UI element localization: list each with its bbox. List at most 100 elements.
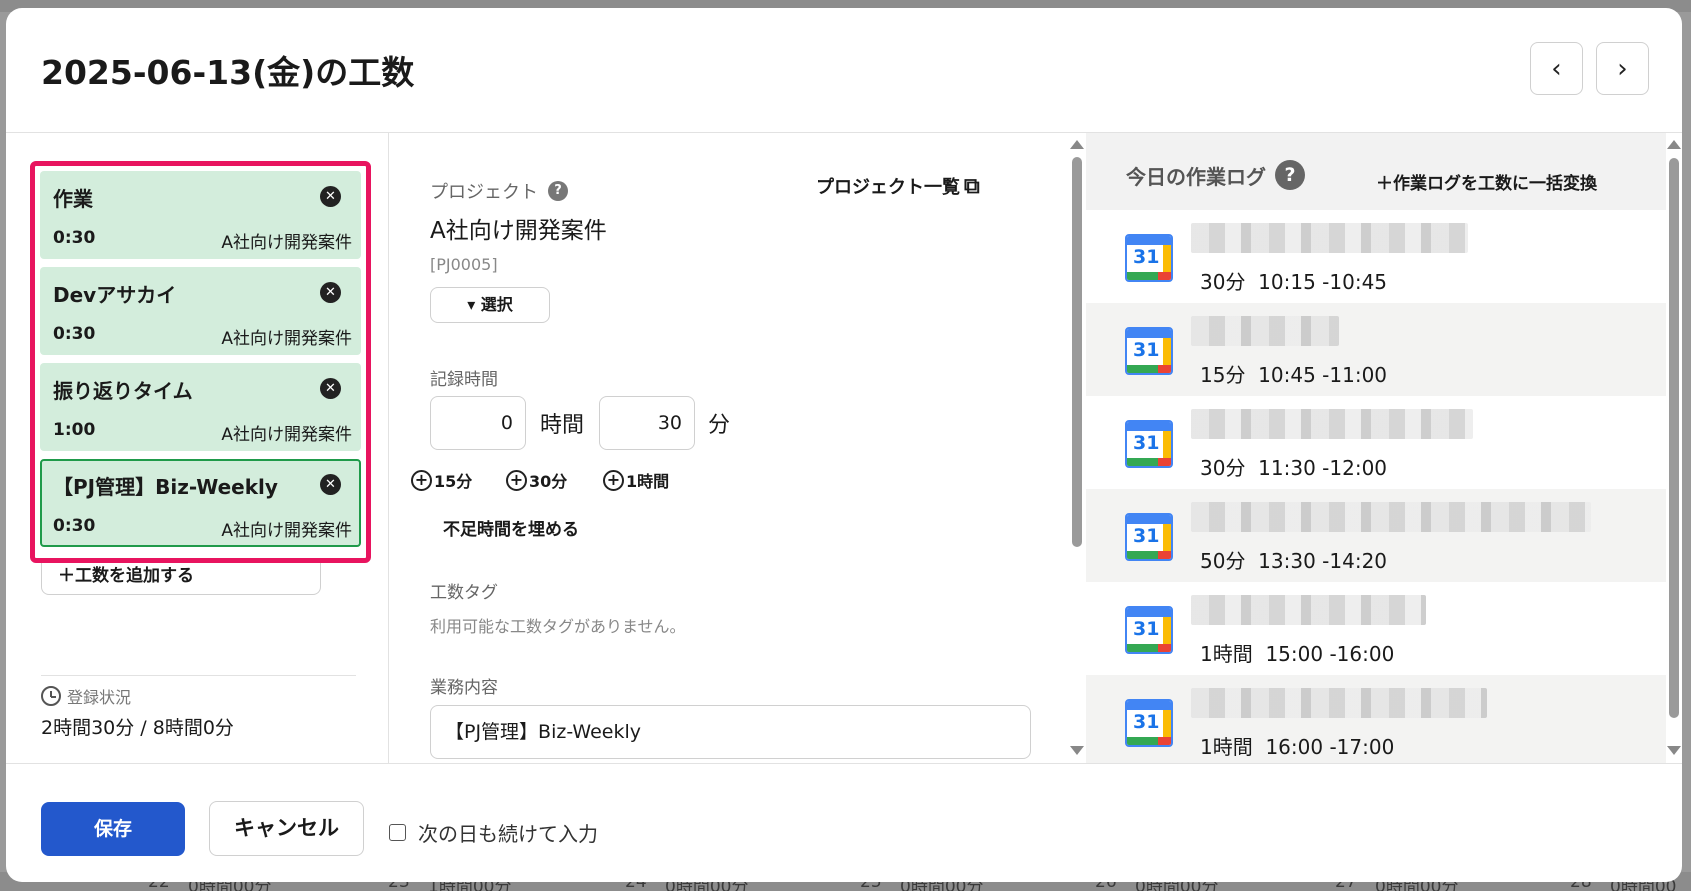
external-link-icon: ⧉: [964, 173, 980, 199]
modal-header: 2025-06-13(金)の工数 ‹ ›: [6, 8, 1682, 133]
work-content-label: 業務内容: [430, 678, 498, 698]
google-calendar-icon: 31: [1125, 327, 1173, 375]
add-15min-button[interactable]: + 15分: [411, 468, 472, 492]
work-log-item[interactable]: 31 15分 10:45 -11:00: [1086, 303, 1666, 396]
work-log-panel: 今日の作業ログ ? ＋作業ログを工数に一括変換 31 30分 10:15 -10…: [1086, 133, 1666, 763]
project-list-link-text: プロジェクト一覧: [816, 177, 960, 198]
work-log-title: 今日の作業ログ ?: [1126, 160, 1305, 190]
log-time: 30分 11:30 -12:00: [1200, 456, 1388, 480]
google-calendar-icon: 31: [1125, 420, 1173, 468]
scroll-thumb[interactable]: [1072, 157, 1082, 547]
add-1hour-button[interactable]: + 1時間: [603, 468, 669, 492]
entry-list: 作業 ✕ 0:30 A社向け開発案件 Devアサカイ ✕ 0:30 A社向け開発…: [30, 161, 371, 563]
blurred-event-title: [1191, 409, 1473, 439]
add-entry-button[interactable]: ＋工数を追加する: [41, 563, 321, 595]
project-code: [PJ0005]: [430, 255, 498, 274]
remove-entry-icon[interactable]: ✕: [320, 186, 341, 207]
blurred-event-title: [1191, 595, 1426, 625]
project-name: A社向け開発案件: [430, 218, 607, 244]
registration-status-label: 登録状況: [41, 684, 131, 708]
scroll-up-icon[interactable]: [1667, 140, 1681, 149]
scroll-down-icon[interactable]: [1667, 746, 1681, 755]
divider: [41, 675, 356, 676]
entry-title: Devアサカイ: [53, 283, 177, 307]
entry-time: 0:30: [53, 324, 96, 344]
continue-next-day-label: 次の日も続けて入力: [418, 822, 598, 846]
work-log-header: 今日の作業ログ ? ＋作業ログを工数に一括変換: [1086, 133, 1666, 210]
save-button[interactable]: 保存: [41, 802, 185, 856]
remove-entry-icon[interactable]: ✕: [320, 378, 341, 399]
work-log-title-text: 今日の作業ログ: [1126, 164, 1266, 189]
entry-card[interactable]: 振り返りタイム ✕ 1:00 A社向け開発案件: [40, 363, 361, 451]
chevron-right-icon: ›: [1617, 53, 1628, 84]
entry-card-selected[interactable]: 【PJ管理】Biz-Weekly ✕ 0:30 A社向け開発案件: [40, 459, 361, 547]
work-log-item[interactable]: 31 50分 13:30 -14:20: [1086, 489, 1666, 582]
next-day-button[interactable]: ›: [1596, 42, 1649, 95]
checkbox[interactable]: [389, 824, 406, 841]
effort-tag-label: 工数タグ: [430, 583, 498, 603]
minutes-unit: 分: [708, 413, 731, 438]
help-icon[interactable]: ?: [548, 181, 568, 201]
entry-project: A社向け開発案件: [221, 233, 352, 253]
entry-project: A社向け開発案件: [221, 329, 352, 349]
log-time: 1時間 16:00 -17:00: [1200, 735, 1395, 759]
scroll-down-icon[interactable]: [1070, 746, 1084, 755]
add-1hour-label: 1時間: [626, 472, 670, 491]
minutes-input[interactable]: 30: [599, 396, 695, 450]
entry-time: 0:30: [53, 516, 96, 536]
work-log-item[interactable]: 31 30分 10:15 -10:45: [1086, 210, 1666, 303]
work-log-item[interactable]: 31 1時間 16:00 -17:00: [1086, 675, 1666, 763]
hours-unit: 時間: [540, 413, 585, 438]
previous-day-button[interactable]: ‹: [1530, 42, 1583, 95]
entry-title: 作業: [53, 187, 93, 211]
scroll-up-icon[interactable]: [1070, 140, 1084, 149]
work-log-item[interactable]: 31 30分 11:30 -12:00: [1086, 396, 1666, 489]
entry-card[interactable]: 作業 ✕ 0:30 A社向け開発案件: [40, 171, 361, 259]
blurred-event-title: [1191, 316, 1339, 346]
log-time: 50分 13:30 -14:20: [1200, 549, 1388, 573]
blurred-event-title: [1191, 223, 1468, 253]
work-log-item[interactable]: 31 1時間 15:00 -16:00: [1086, 582, 1666, 675]
record-time-label: 記録時間: [430, 370, 498, 390]
project-label: プロジェクト ?: [430, 178, 568, 204]
work-log-scrollbar[interactable]: [1666, 133, 1682, 763]
scroll-thumb[interactable]: [1669, 158, 1679, 718]
effort-modal: 2025-06-13(金)の工数 ‹ › 作業 ✕ 0:30 A社向け開発案件 …: [6, 8, 1682, 882]
project-label-text: プロジェクト: [430, 182, 538, 203]
clock-icon: [41, 686, 61, 706]
google-calendar-icon: 31: [1125, 606, 1173, 654]
log-time: 1時間 15:00 -16:00: [1200, 642, 1395, 666]
work-log-list: 31 30分 10:15 -10:45 31 15分 10:45 -11:00 …: [1086, 210, 1666, 763]
fill-missing-time-button[interactable]: 不足時間を埋める: [443, 515, 579, 540]
page-title: 2025-06-13(金)の工数: [41, 53, 415, 92]
entry-project: A社向け開発案件: [221, 521, 352, 541]
remove-entry-icon[interactable]: ✕: [320, 474, 341, 495]
blurred-event-title: [1191, 688, 1487, 718]
form-scrollbar[interactable]: [1068, 133, 1086, 763]
cancel-button[interactable]: キャンセル: [209, 801, 364, 856]
convert-all-logs-button[interactable]: ＋作業ログを工数に一括変換: [1376, 169, 1597, 194]
work-content-input[interactable]: 【PJ管理】Biz-Weekly: [430, 705, 1031, 759]
google-calendar-icon: 31: [1125, 699, 1173, 747]
entry-title: 振り返りタイム: [53, 379, 193, 403]
log-time: 15分 10:45 -11:00: [1200, 363, 1388, 387]
continue-next-day-checkbox[interactable]: 次の日も続けて入力: [389, 818, 598, 847]
registration-status-value: 2時間30分 / 8時間0分: [41, 717, 234, 739]
google-calendar-icon: 31: [1125, 234, 1173, 282]
log-time: 30分 10:15 -10:45: [1200, 270, 1388, 294]
hours-input[interactable]: 0: [430, 396, 526, 450]
effort-tag-empty-message: 利用可能な工数タグがありません。: [430, 617, 686, 636]
entry-form: プロジェクト ? プロジェクト一覧 ⧉ A社向け開発案件 [PJ0005] ▾ …: [390, 133, 1070, 763]
plus-circle-icon: +: [506, 469, 527, 491]
modal-footer: 保存 キャンセル 次の日も続けて入力: [6, 763, 1682, 882]
entry-time: 0:30: [53, 228, 96, 248]
plus-circle-icon: +: [603, 469, 624, 491]
entry-card[interactable]: Devアサカイ ✕ 0:30 A社向け開発案件: [40, 267, 361, 355]
add-30min-button[interactable]: + 30分: [506, 468, 567, 492]
project-select-button[interactable]: ▾ 選択: [430, 287, 550, 323]
project-list-link[interactable]: プロジェクト一覧 ⧉: [816, 173, 980, 199]
plus-circle-icon: +: [411, 469, 432, 491]
remove-entry-icon[interactable]: ✕: [320, 282, 341, 303]
help-icon[interactable]: ?: [1275, 160, 1305, 190]
add-15min-label: 15分: [434, 472, 473, 491]
